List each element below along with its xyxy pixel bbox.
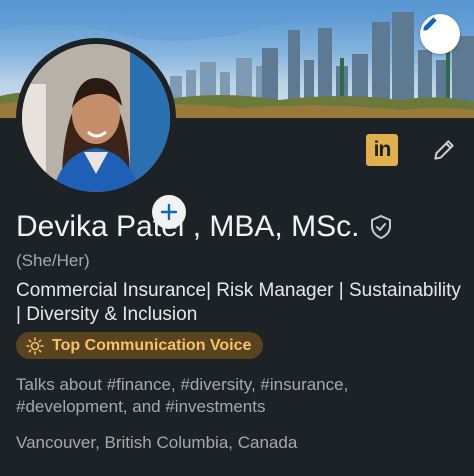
linkedin-label: in [373, 138, 392, 161]
name-row: Devika Patel , MBA, MSc. [16, 210, 393, 244]
edit-profile-button[interactable] [428, 134, 460, 166]
profile-name: Devika Patel , MBA, MSc. [16, 210, 360, 243]
shield-check-icon[interactable] [369, 214, 393, 240]
sun-icon [26, 336, 44, 355]
profile-photo[interactable] [22, 44, 170, 192]
badge-label: Top Communication Voice [52, 336, 252, 354]
edit-cover-button[interactable] [420, 14, 460, 54]
pronouns: (She/Her) [16, 251, 90, 270]
talks-about: Talks about #finance, #diversity, #insur… [16, 375, 349, 416]
linkedin-icon[interactable]: in [366, 134, 398, 166]
location: Vancouver, British Columbia, Canada [16, 433, 298, 452]
headline: Commercial Insurance| Risk Manager | Sus… [16, 280, 461, 325]
top-voice-badge[interactable]: Top Communication Voice [16, 332, 264, 359]
profile-photo-ring [16, 38, 188, 231]
pencil-icon [431, 137, 457, 163]
